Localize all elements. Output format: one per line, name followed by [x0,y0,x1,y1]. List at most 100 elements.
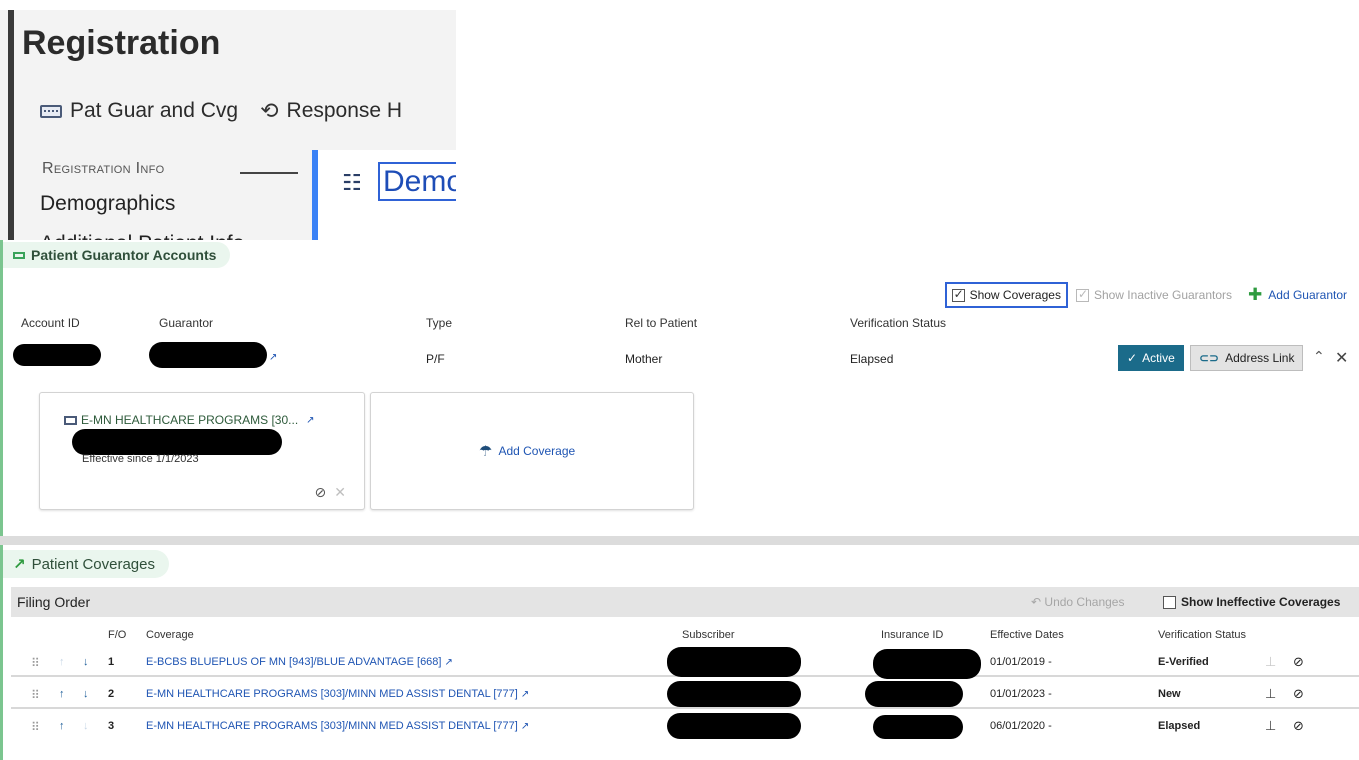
redacted-coverage-subscriber [72,429,282,455]
active-label: Active [1142,351,1175,365]
response-history-button[interactable]: ⟲ Response H [260,98,402,124]
show-ineffective-toggle[interactable]: Show Ineffective Coverages [1163,595,1340,609]
address-link-button[interactable]: ⊂⊃ Address Link [1190,345,1304,371]
external-link-icon[interactable]: ↗ [269,352,277,363]
effective-dates: 06/01/2020 - [990,720,1052,732]
guarantor-toolbar: Show Coverages Show Inactive Guarantors … [944,282,1347,308]
anchor-icon[interactable]: ⊥ [1265,718,1276,734]
deactivate-icon[interactable]: ⊘ [1293,718,1304,734]
coverage-card-title[interactable]: E-MN HEALTHCARE PROGRAMS [30... ↗ [64,413,315,427]
guarantor-relationship: Mother [625,352,663,366]
guarantor-verification-status: Elapsed [850,352,894,366]
add-guarantor-label: Add Guarantor [1268,288,1347,302]
umbrella-icon: ☂ [479,443,493,460]
anchor-icon[interactable]: ⊥ [1265,686,1276,702]
coverage-name: E-MN HEALTHCARE PROGRAMS [303]/MINN MED … [146,720,518,732]
external-link-icon: ↗ [444,657,453,668]
pat-guar-cvg-label: Pat Guar and Cvg [70,99,239,122]
collapse-icon[interactable]: ⌃ [1313,348,1325,365]
redacted-subscriber [667,681,801,707]
move-down-icon[interactable]: ↓ [83,688,89,700]
drag-handle-icon[interactable]: ⠿ [31,720,40,734]
add-coverage-label: Add Coverage [498,444,576,458]
nav-item-demographics[interactable]: Demographics [40,192,175,216]
move-down-icon[interactable]: ↓ [83,656,89,668]
pat-guar-cvg-button[interactable]: Pat Guar and Cvg [40,99,238,123]
filing-order-bar: Filing Order ↶ Undo Changes Show Ineffec… [11,587,1359,617]
coverage-name: E-MN HEALTHCARE PROGRAMS [303]/MINN MED … [146,688,518,700]
table-row[interactable]: ⠿ ↑ ↓ 1 E-BCBS BLUEPLUS OF MN [943]/BLUE… [11,647,1359,679]
redacted-insurance-id [865,681,963,707]
activity-sidebar-edge [8,10,14,240]
registration-toolbar: Pat Guar and Cvg ⟲ Response H [40,98,424,124]
coverage-link[interactable]: E-MN HEALTHCARE PROGRAMS [303]/MINN MED … [146,688,529,700]
show-coverages-toggle[interactable]: Show Coverages [944,282,1068,308]
table-row[interactable]: ⠿ ↑ ↓ 2 E-MN HEALTHCARE PROGRAMS [303]/M… [11,679,1359,709]
active-button[interactable]: ✓ Active [1118,345,1184,371]
deactivate-icon[interactable]: ⊘ [1293,654,1304,670]
redacted-insurance-id [873,715,963,739]
show-ineffective-checkbox[interactable] [1163,595,1176,609]
verification-status: New [1158,688,1181,700]
move-up-icon[interactable]: ↑ [59,720,65,732]
move-down-icon: ↓ [83,720,89,732]
coverage-link[interactable]: E-BCBS BLUEPLUS OF MN [943]/BLUE ADVANTA… [146,656,453,668]
redacted-guarantor-name[interactable] [149,342,267,368]
guarantor-accounts-header[interactable]: Patient Guarantor Accounts [3,242,231,268]
redacted-subscriber [667,713,801,739]
deactivate-icon[interactable]: ⊘ [1293,686,1304,702]
move-up-icon[interactable]: ↑ [59,688,65,700]
coverage-external-link-icon[interactable]: ↗ [306,415,314,426]
patient-coverages-panel: ↗ Patient Coverages Filing Order ↶ Undo … [0,545,1359,760]
guarantor-section-icon [13,251,25,259]
section-label: Registration Info [42,160,165,177]
show-ineffective-label: Show Ineffective Coverages [1181,595,1341,609]
filing-order-label: Filing Order [17,594,91,610]
tab-demographics[interactable]: ☷ Demo [312,150,456,240]
coverage-name: E-BCBS BLUEPLUS OF MN [943]/BLUE ADVANTA… [146,656,442,668]
redacted-subscriber [667,647,801,677]
plus-icon: ✚ [1248,285,1263,304]
undo-changes-button[interactable]: ↶ Undo Changes [1031,595,1124,609]
person-card-icon: ☷ [342,170,362,195]
deactivate-coverage-icon[interactable]: ⊘ [315,484,327,501]
redacted-insurance-id [873,649,981,679]
col-account-id: Account ID [21,316,80,330]
col-coverage-verification-status: Verification Status [1158,629,1247,641]
drag-handle-icon[interactable]: ⠿ [31,688,40,702]
add-coverage-card[interactable]: ☂ Add Coverage [370,392,694,510]
effective-dates: 01/01/2019 - [990,656,1052,668]
remove-coverage-icon[interactable]: ✕ [334,484,346,501]
external-link-icon: ↗ [520,721,530,732]
col-type: Type [426,316,453,330]
table-row[interactable]: ⠿ ↑ ↓ 3 E-MN HEALTHCARE PROGRAMS [303]/M… [11,711,1359,741]
drag-handle-icon[interactable]: ⠿ [31,656,40,670]
close-icon[interactable]: ✕ [1335,348,1348,368]
verification-status: Elapsed [1158,720,1201,732]
show-inactive-guarantors-toggle[interactable]: Show Inactive Guarantors [1075,287,1232,302]
coverage-section-icon: ↗ [13,556,26,573]
coverage-card-icon [64,415,77,425]
check-icon: ✓ [1127,351,1138,365]
coverage-card-controls: ⊘ ✕ [315,484,346,501]
page-title: Registration [22,24,221,62]
add-guarantor-button[interactable]: ✚ Add Guarantor [1248,285,1347,305]
link-icon: ⊂⊃ [1199,351,1220,365]
nav-item-additional-patient-info[interactable]: Additional Patient Info [40,232,244,240]
patient-coverages-title: Patient Coverages [31,555,155,573]
col-subscriber: Subscriber [682,629,735,641]
filing-order-number: 2 [108,688,115,700]
col-effective-dates: Effective Dates [990,629,1064,641]
coverage-link[interactable]: E-MN HEALTHCARE PROGRAMS [303]/MINN MED … [146,720,529,732]
guarantor-accounts-panel: Patient Guarantor Accounts Show Coverage… [0,240,1359,536]
patient-coverages-header[interactable]: ↗ Patient Coverages [3,550,169,578]
show-inactive-checkbox[interactable] [1075,287,1089,302]
col-fo: F/O [108,629,127,641]
coverage-card[interactable]: E-MN HEALTHCARE PROGRAMS [30... ↗ Effect… [39,392,365,510]
undo-icon: ↶ [1031,595,1042,609]
filing-order-number: 1 [108,656,115,668]
guarantor-accounts-title: Patient Guarantor Accounts [31,247,217,263]
show-coverages-checkbox[interactable] [951,287,965,302]
add-coverage-button[interactable]: ☂ Add Coverage [479,442,575,460]
col-rel-to-patient: Rel to Patient [625,316,698,330]
